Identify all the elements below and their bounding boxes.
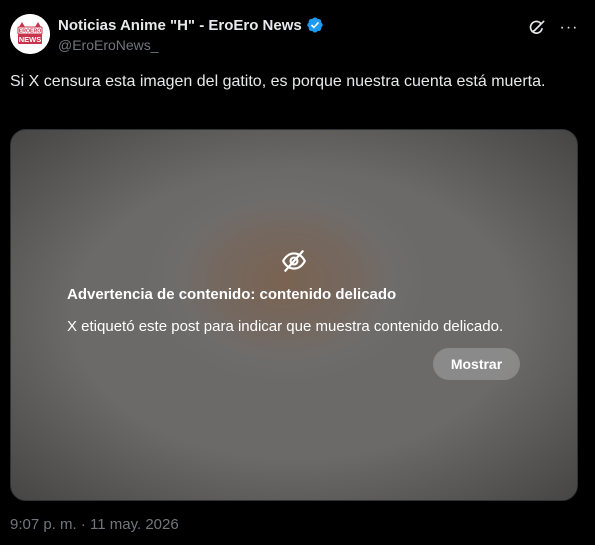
avatar-logo: EROERO NEWS (10, 14, 50, 54)
grok-icon[interactable] (525, 16, 549, 40)
avatar[interactable]: EROERO NEWS (10, 14, 50, 54)
more-options-icon[interactable]: ··· (557, 16, 581, 40)
author-name-row: Noticias Anime "H" - EroEro News (58, 16, 324, 34)
sensitive-media[interactable]: Advertencia de contenido: contenido deli… (10, 129, 578, 501)
warning-description: X etiquetó este post para indicar que mu… (67, 318, 504, 335)
author-name[interactable]: Noticias Anime "H" - EroEro News (58, 17, 302, 34)
avatar-text-bottom: NEWS (19, 35, 42, 44)
tweet-timestamp[interactable]: 9:07 p. m. · 11 may. 2026 (10, 516, 179, 533)
warning-title: Advertencia de contenido: contenido deli… (67, 286, 397, 303)
verified-badge-icon[interactable] (306, 16, 324, 34)
author-handle[interactable]: @EroEroNews_ (58, 37, 159, 53)
tweet-header: EROERO NEWS Noticias Anime "H" - EroEro … (10, 12, 583, 58)
show-media-button[interactable]: Mostrar (433, 348, 520, 380)
eye-off-icon (282, 250, 306, 272)
tweet-text: Si X censura esta imagen del gatito, es … (10, 73, 546, 90)
avatar-text-top: EROERO (19, 29, 41, 35)
